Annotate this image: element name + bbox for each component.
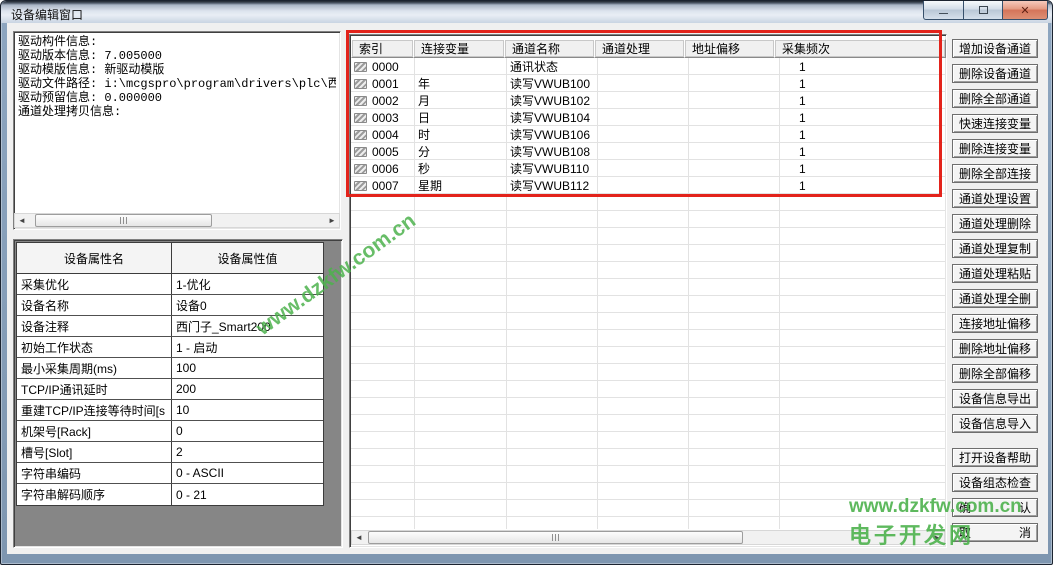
device-info-import-button[interactable]: 设备信息导入	[952, 414, 1038, 433]
property-value[interactable]: 200	[172, 379, 323, 399]
property-value[interactable]: 100	[172, 358, 323, 378]
driver-info-line: 驱动预留信息: 0.000000	[18, 91, 336, 105]
driver-info-line: 驱动版本信息: 7.005000	[18, 49, 336, 63]
delete-all-connections-button[interactable]: 删除全部连接	[952, 164, 1038, 183]
delete-address-offset-button[interactable]: 删除地址偏移	[952, 339, 1038, 358]
table-row[interactable]: 机架号[Rack]0	[17, 421, 323, 442]
table-row[interactable]: 初始工作状态1 - 启动	[17, 337, 323, 358]
close-button[interactable]: ✕	[1002, 1, 1048, 20]
delete-connect-variable-button[interactable]: 删除连接变量	[952, 139, 1038, 158]
table-row[interactable]: 字符串解码顺序0 - 21	[17, 484, 323, 505]
property-name: 机架号[Rack]	[17, 421, 172, 441]
maximize-button[interactable]	[963, 1, 1003, 20]
table-row[interactable]: 重建TCP/IP连接等待时间[s10	[17, 400, 323, 421]
open-device-help-button[interactable]: 打开设备帮助	[952, 448, 1038, 467]
property-name: TCP/IP通讯延时	[17, 379, 172, 399]
property-name: 重建TCP/IP连接等待时间[s	[17, 400, 172, 420]
highlight-rectangle	[346, 30, 942, 197]
cancel-button[interactable]: 取 消	[952, 523, 1038, 542]
scroll-left-icon[interactable]: ◄	[15, 214, 29, 227]
driver-info-panel: 驱动构件信息: 驱动版本信息: 7.005000 驱动模版信息: 新驱动模版 驱…	[13, 31, 341, 230]
channel-process-copy-button[interactable]: 通道处理复制	[952, 239, 1038, 258]
scroll-right-icon[interactable]: ►	[930, 531, 944, 544]
property-table-header: 设备属性名 设备属性值	[17, 243, 323, 274]
property-value[interactable]: 10	[172, 400, 323, 420]
device-config-check-button[interactable]: 设备组态检查	[952, 473, 1038, 492]
thumb-grip-icon	[552, 534, 560, 541]
property-name: 槽号[Slot]	[17, 442, 172, 462]
table-row[interactable]: TCP/IP通讯延时200	[17, 379, 323, 400]
table-row[interactable]: 字符串编码0 - ASCII	[17, 463, 323, 484]
property-value[interactable]: 西门子_Smart200	[172, 316, 323, 336]
thumb-grip-icon	[120, 217, 128, 224]
property-name: 设备名称	[17, 295, 172, 315]
property-value[interactable]: 0	[172, 421, 323, 441]
quick-connect-variable-button[interactable]: 快速连接变量	[952, 114, 1038, 133]
property-name: 采集优化	[17, 274, 172, 294]
delete-device-channel-button[interactable]: 删除设备通道	[952, 64, 1038, 83]
connect-address-offset-button[interactable]: 连接地址偏移	[952, 314, 1038, 333]
table-row[interactable]: 设备名称设备0	[17, 295, 323, 316]
property-name: 最小采集周期(ms)	[17, 358, 172, 378]
table-row[interactable]: 最小采集周期(ms)100	[17, 358, 323, 379]
titlebar[interactable]: 设备编辑窗口 — ✕	[1, 1, 1052, 23]
device-edit-window: 设备编辑窗口 — ✕ 驱动构件信息: 驱动版本信息: 7.005000 驱动模版…	[0, 0, 1053, 565]
channel-process-delete-all-button[interactable]: 通道处理全删	[952, 289, 1038, 308]
window-title: 设备编辑窗口	[11, 6, 83, 23]
property-value[interactable]: 1 - 启动	[172, 337, 323, 357]
table-row[interactable]: 设备注释西门子_Smart200	[17, 316, 323, 337]
channel-process-set-button[interactable]: 通道处理设置	[952, 189, 1038, 208]
dialog-actions-column: 打开设备帮助 设备组态检查 确 认 取 消	[952, 448, 1038, 542]
close-icon: ✕	[1020, 4, 1029, 17]
property-value[interactable]: 0 - 21	[172, 484, 323, 505]
maximize-icon	[979, 6, 988, 14]
scrollbar-thumb[interactable]	[368, 531, 743, 544]
table-row[interactable]: 采集优化1-优化	[17, 274, 323, 295]
device-properties-table: 设备属性名 设备属性值 采集优化1-优化 设备名称设备0 设备注释西门子_Sma…	[16, 242, 324, 506]
confirm-button[interactable]: 确 认	[952, 498, 1038, 517]
property-value-header: 设备属性值	[172, 243, 323, 273]
window-controls: — ✕	[924, 1, 1048, 20]
driver-info-line: 驱动构件信息:	[18, 35, 336, 49]
add-device-channel-button[interactable]: 增加设备通道	[952, 39, 1038, 58]
channel-process-paste-button[interactable]: 通道处理粘贴	[952, 264, 1038, 283]
channel-actions-column: 增加设备通道 删除设备通道 删除全部通道 快速连接变量 删除连接变量 删除全部连…	[952, 39, 1038, 433]
scroll-left-icon[interactable]: ◄	[352, 531, 366, 544]
scrollbar-thumb[interactable]	[35, 214, 212, 227]
minimize-icon: —	[939, 8, 948, 18]
driver-info-line: 驱动文件路径: i:\mcgspro\program\drivers\plc\西	[18, 77, 336, 91]
property-name: 字符串编码	[17, 463, 172, 483]
property-name-header: 设备属性名	[17, 243, 172, 273]
dialog-client-area: 驱动构件信息: 驱动版本信息: 7.005000 驱动模版信息: 新驱动模版 驱…	[7, 23, 1048, 554]
minimize-button[interactable]: —	[923, 1, 964, 20]
delete-all-offsets-button[interactable]: 删除全部偏移	[952, 364, 1038, 383]
channel-process-delete-button[interactable]: 通道处理删除	[952, 214, 1038, 233]
device-info-export-button[interactable]: 设备信息导出	[952, 389, 1038, 408]
driver-info-line: 驱动模版信息: 新驱动模版	[18, 63, 336, 77]
channel-table-hscrollbar[interactable]: ◄ ►	[351, 530, 945, 545]
device-properties-panel: 设备属性名 设备属性值 采集优化1-优化 设备名称设备0 设备注释西门子_Sma…	[13, 239, 343, 548]
property-value[interactable]: 设备0	[172, 295, 323, 315]
delete-all-channels-button[interactable]: 删除全部通道	[952, 89, 1038, 108]
table-row[interactable]: 槽号[Slot]2	[17, 442, 323, 463]
property-value[interactable]: 0 - ASCII	[172, 463, 323, 483]
property-value[interactable]: 1-优化	[172, 274, 323, 294]
driver-info-line: 通道处理拷贝信息:	[18, 105, 336, 119]
driver-info-hscrollbar[interactable]: ◄ ►	[14, 213, 340, 228]
property-name: 初始工作状态	[17, 337, 172, 357]
driver-info-text: 驱动构件信息: 驱动版本信息: 7.005000 驱动模版信息: 新驱动模版 驱…	[18, 35, 336, 119]
scroll-right-icon[interactable]: ►	[325, 214, 339, 227]
property-value[interactable]: 2	[172, 442, 323, 462]
property-name: 设备注释	[17, 316, 172, 336]
property-name: 字符串解码顺序	[17, 484, 172, 505]
